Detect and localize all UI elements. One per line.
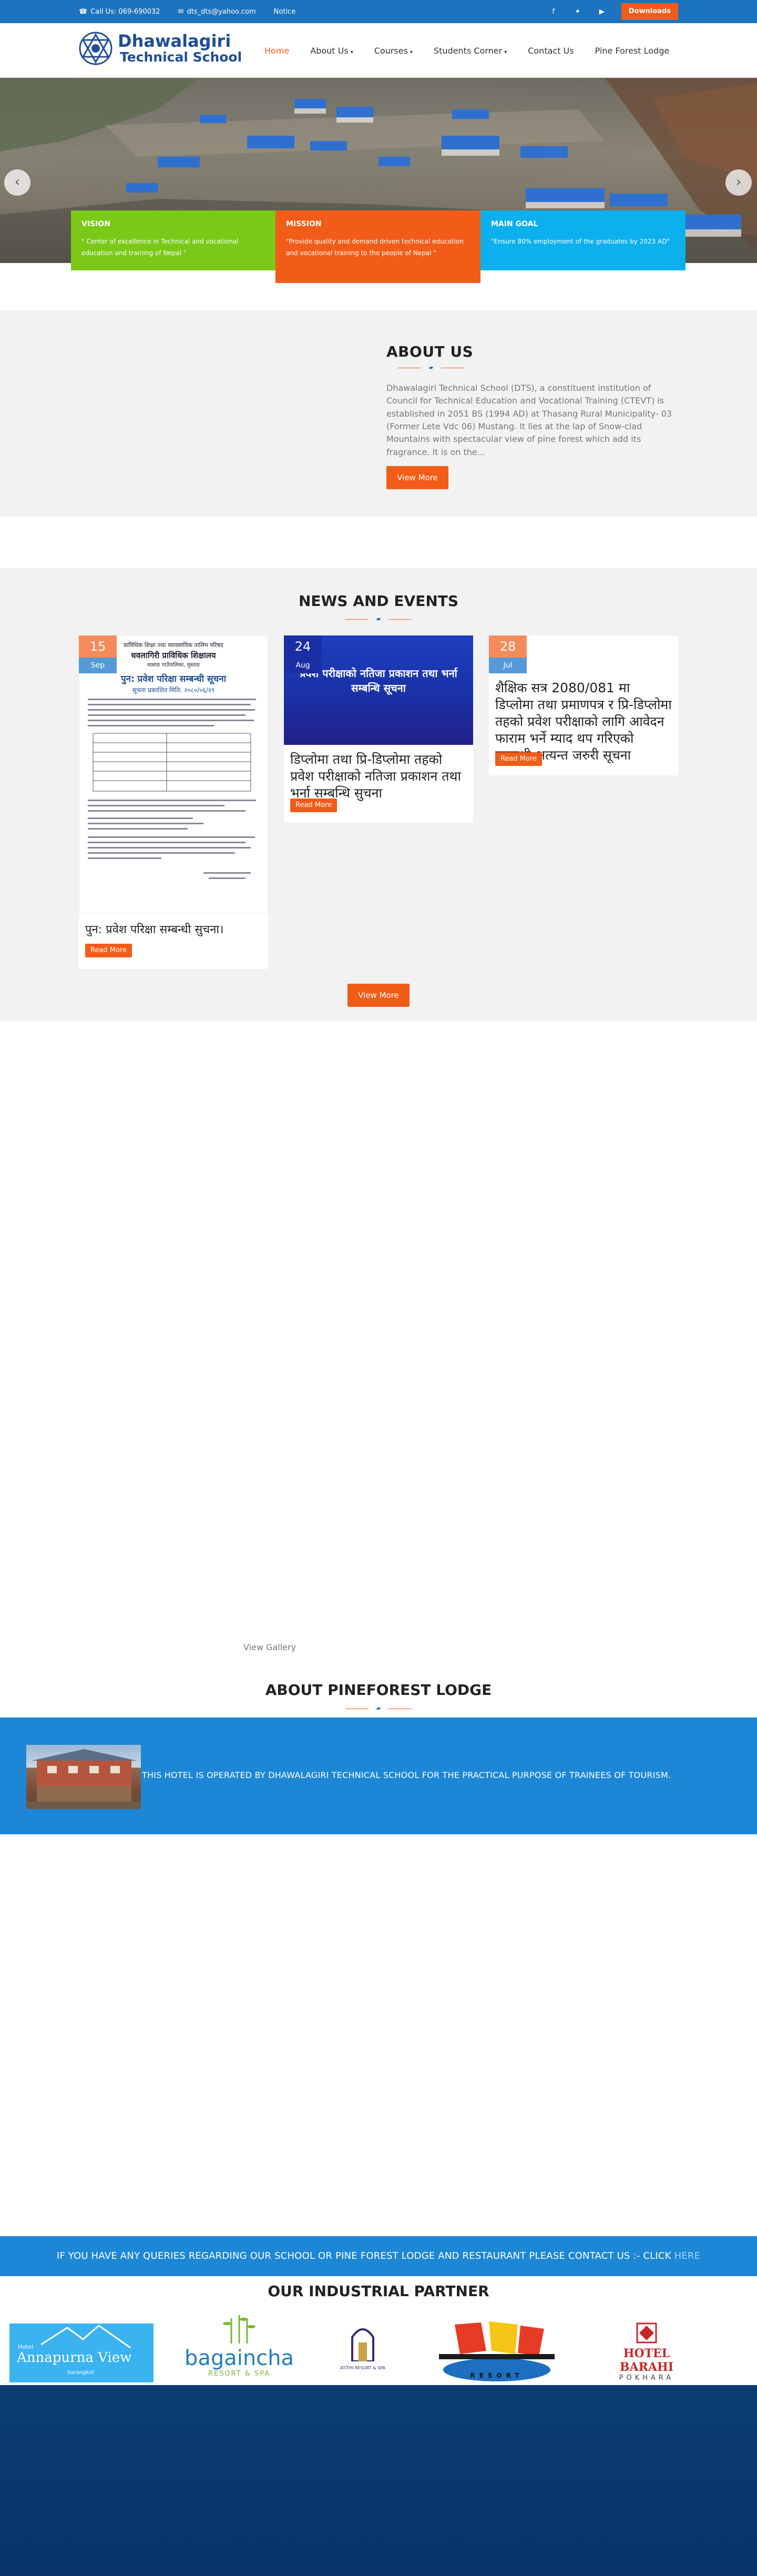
- news-day: 15: [79, 635, 117, 658]
- chevron-down-icon: ▾: [504, 49, 507, 55]
- read-more-button[interactable]: Read More: [290, 799, 337, 812]
- lodge-description: THIS HOTEL IS OPERATED BY DHAWALAGIRI TE…: [142, 1770, 671, 1780]
- chevron-left-icon: ‹: [14, 174, 21, 190]
- view-gallery-link[interactable]: View Gallery: [243, 1642, 296, 1652]
- mission-card: MISSION "Provide quality and demand driv…: [275, 210, 480, 283]
- news-card[interactable]: प्राविधिक शिक्षा तथा व्यावसायिक तालिम पर…: [79, 635, 268, 969]
- main-goal-title: MAIN GOAL: [491, 220, 538, 228]
- main-goal-text: "Ensure 80% employment of the graduates …: [491, 238, 670, 246]
- main-navigation: Dhawalagiri Technical School Home About …: [0, 23, 757, 78]
- graduation-cap-icon: ▰: [376, 1705, 381, 1712]
- lodge-photo: [26, 1745, 141, 1809]
- phone-contact[interactable]: ☎ Call Us: 069-690032: [79, 8, 160, 16]
- news-date-badge: 15 Sep: [79, 635, 117, 673]
- notice-link[interactable]: Notice: [274, 8, 296, 16]
- downloads-button[interactable]: Downloads: [621, 3, 678, 20]
- news-date-badge: 28 Jul: [489, 635, 527, 673]
- mission-text: "Provide quality and demand driven techn…: [286, 238, 464, 257]
- news-view-more-button[interactable]: View More: [347, 984, 410, 1007]
- chevron-down-icon: ▾: [410, 49, 413, 55]
- contact-band: IF YOU HAVE ANY QUERIES REGARDING OUR SC…: [0, 2236, 757, 2276]
- twitter-icon[interactable]: ✦: [573, 8, 582, 16]
- menu-item-home[interactable]: Home: [264, 46, 289, 56]
- partners-title: OUR INDUSTRIAL PARTNER: [268, 2282, 489, 2300]
- slider-next-button[interactable]: ›: [725, 169, 752, 196]
- partner-logo-resort[interactable]: RESORT: [439, 2319, 555, 2382]
- news-day: 24: [284, 635, 322, 658]
- site-logo[interactable]: Dhawalagiri Technical School: [79, 32, 242, 65]
- section-divider: ▰: [386, 365, 476, 370]
- contact-text: IF YOU HAVE ANY QUERIES REGARDING OUR SC…: [56, 2250, 671, 2261]
- partners-section: OUR INDUSTRIAL PARTNER Hotel Annapurna V…: [0, 2276, 757, 2385]
- section-divider: ▰: [334, 1705, 423, 1712]
- school-emblem-icon: [79, 32, 112, 65]
- resort-emblem-icon: [351, 2328, 374, 2362]
- section-divider: ▰: [334, 615, 423, 622]
- news-month: Sep: [79, 658, 117, 673]
- notice-text-lines: [88, 699, 256, 879]
- about-title: ABOUT US: [386, 343, 474, 360]
- email-text: dts_dts@yahoo.com: [187, 7, 256, 16]
- slider-prev-button[interactable]: ‹: [4, 169, 30, 196]
- chevron-right-icon: ›: [735, 174, 742, 190]
- phone-icon: ☎: [79, 7, 88, 16]
- partner-logo-atithi[interactable]: ATITHI RESORT & SPA: [331, 2321, 394, 2379]
- mail-icon: ✉: [178, 7, 184, 16]
- news-title-text[interactable]: पुन: प्रवेश परिक्षा सम्बन्धी सुचना।: [85, 923, 223, 937]
- vision-title: VISION: [81, 220, 110, 228]
- logo-subtitle: Technical School: [120, 49, 242, 65]
- menu-item-pine-forest-lodge[interactable]: Pine Forest Lodge: [595, 46, 670, 56]
- top-bar: ☎ Call Us: 069-690032 ✉ dts_dts@yahoo.com …: [0, 0, 757, 23]
- site-footer: [0, 2385, 757, 2576]
- menu-item-contact-us[interactable]: Contact Us: [528, 46, 574, 56]
- menu: Home About Us ▾ Courses ▾ Students Corner ▾…: [264, 23, 669, 78]
- news-month: Aug: [284, 658, 322, 673]
- partner-logo-hotel-barahi[interactable]: HOTEL BARAHI POKHARA: [599, 2321, 694, 2382]
- menu-item-about-us[interactable]: About Us ▾: [310, 46, 353, 56]
- news-title-text[interactable]: डिप्लोमा तथा प्रि-डिप्लोमा तहको प्रवेश प…: [290, 751, 467, 802]
- lodge-band: THIS HOTEL IS OPERATED BY DHAWALAGIRI TE…: [0, 1718, 757, 1834]
- contact-here-link[interactable]: HERE: [674, 2250, 701, 2261]
- notice-image: प्राविधिक शिक्षा तथा व्यावसायिक तालिम पर…: [79, 635, 268, 913]
- about-section: ABOUT US ▰ Dhawalagiri Technical School …: [0, 310, 757, 517]
- news-month: Jul: [489, 658, 527, 673]
- read-more-button[interactable]: Read More: [495, 752, 543, 766]
- about-text: Dhawalagiri Technical School (DTS), a co…: [386, 383, 672, 457]
- graduation-cap-icon: ▰: [428, 364, 434, 371]
- news-card[interactable]: 28 Jul शैक्षिक सत्र 2080/081 मा डिप्लोमा…: [489, 635, 678, 775]
- vision-card: VISION " Center of excellence in Technic…: [71, 210, 276, 270]
- news-title: NEWS AND EVENTS: [298, 592, 459, 610]
- news-date-badge: 24 Aug: [284, 635, 322, 673]
- youtube-icon[interactable]: ▶: [597, 8, 607, 16]
- email-contact[interactable]: ✉ dts_dts@yahoo.com: [178, 8, 256, 16]
- facebook-icon[interactable]: f: [549, 8, 558, 16]
- read-more-button[interactable]: Read More: [85, 944, 132, 957]
- vision-text: " Center of excellence in Technical and …: [81, 238, 239, 257]
- chevron-down-icon: ▾: [350, 49, 353, 55]
- menu-item-courses[interactable]: Courses ▾: [374, 46, 413, 56]
- barahi-emblem-icon: [636, 2322, 657, 2343]
- partner-logo-bagaincha[interactable]: bagaincha RESORT & SPA: [179, 2313, 300, 2381]
- news-card[interactable]: प्रवेश परीक्षाको नतिजा प्रकाशन तथा भर्ना…: [284, 635, 473, 823]
- logo-title: Dhawalagiri: [118, 31, 231, 52]
- menu-item-students-corner[interactable]: Students Corner ▾: [434, 46, 507, 56]
- lodge-title: ABOUT PINEFOREST LODGE: [265, 1681, 492, 1699]
- news-title-text[interactable]: शैक्षिक सत्र 2080/081 मा डिप्लोमा तथा प्…: [495, 680, 672, 764]
- graduation-cap-icon: ▰: [376, 615, 381, 622]
- partner-logo-annapurna-view[interactable]: Hotel Annapurna View Sarangkot: [9, 2324, 154, 2382]
- news-events-section: NEWS AND EVENTS ▰ प्राविधिक शिक्षा तथा व…: [0, 568, 757, 1022]
- bamboo-icon: [223, 2315, 255, 2343]
- main-goal-card: MAIN GOAL "Ensure 80% employment of the …: [480, 210, 686, 270]
- news-day: 28: [489, 635, 527, 658]
- mission-title: MISSION: [286, 220, 322, 228]
- phone-text: Call Us: 069-690032: [90, 7, 160, 16]
- about-view-more-button[interactable]: View More: [386, 466, 448, 489]
